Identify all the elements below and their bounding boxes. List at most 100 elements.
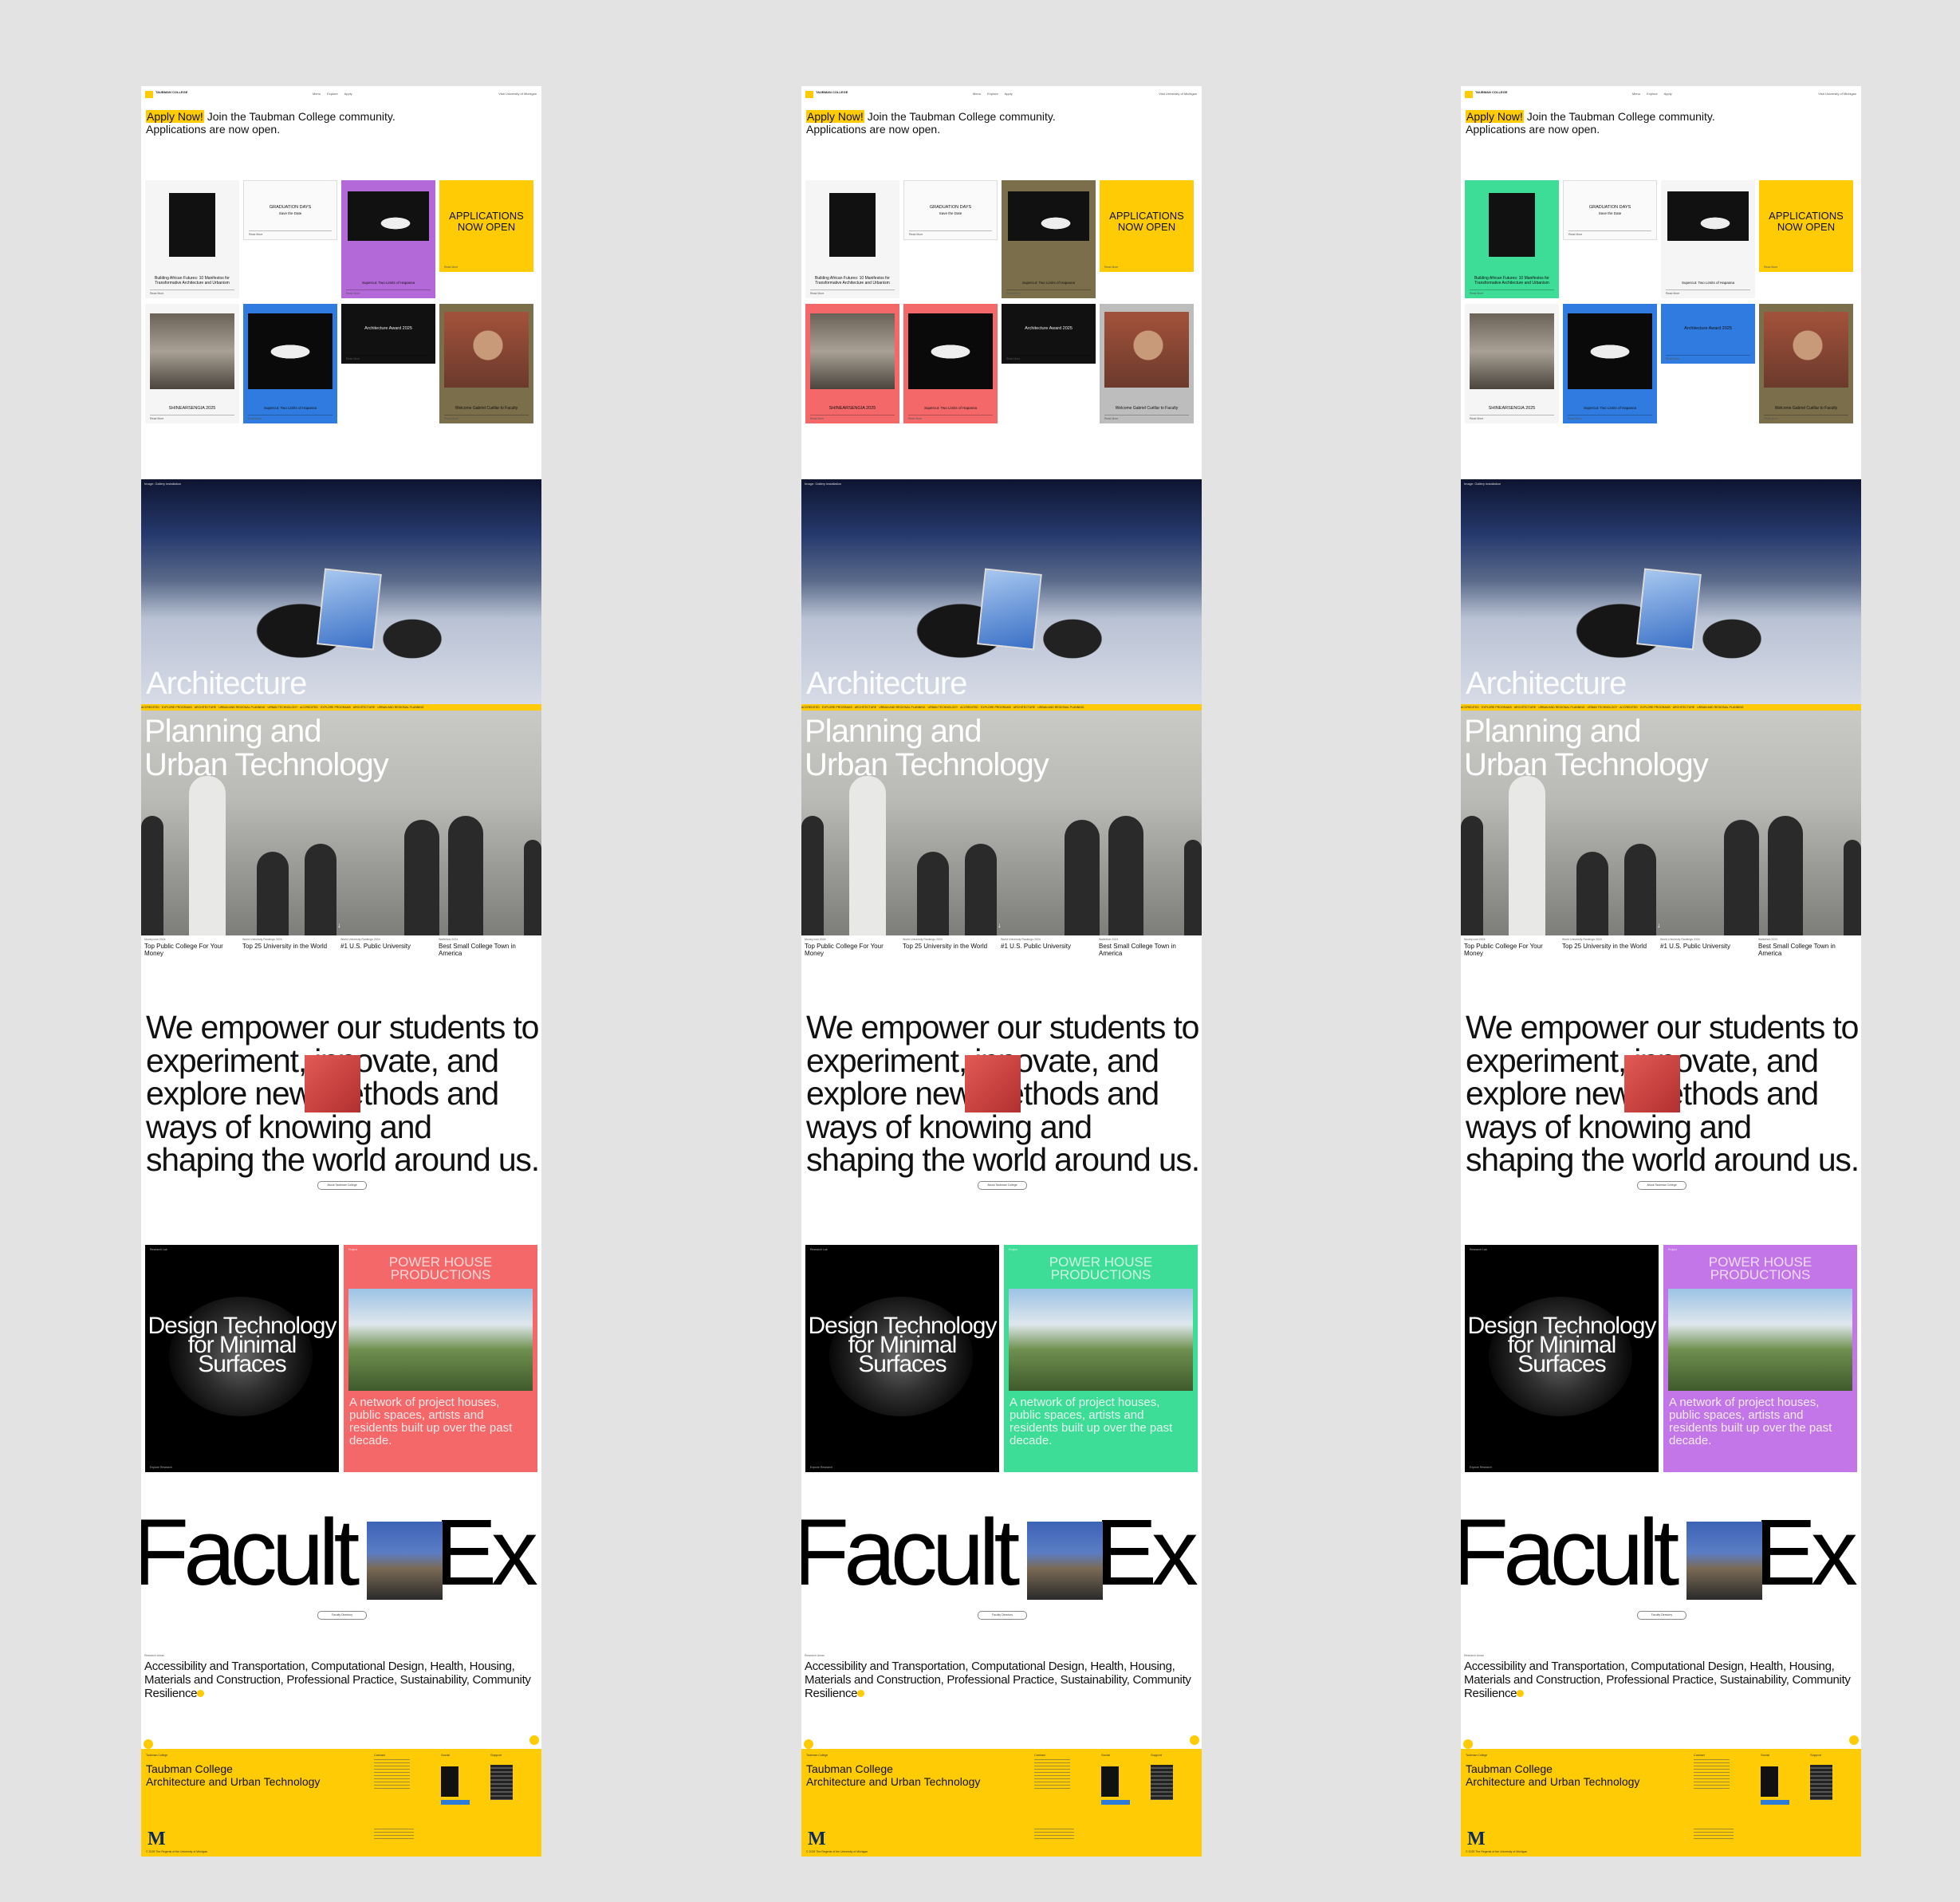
- card-footer[interactable]: Read More: [1666, 355, 1750, 360]
- brand-name[interactable]: TAUBMAN COLLEGE: [816, 90, 851, 98]
- card-footer[interactable]: Read More: [810, 289, 895, 295]
- social-block-icon[interactable]: [1101, 1766, 1119, 1797]
- apply-now-link[interactable]: Apply Now!: [1466, 110, 1524, 123]
- scroll-down-icon[interactable]: ↓: [337, 921, 341, 929]
- card-footer[interactable]: Read More: [150, 415, 234, 420]
- nav-item-menu[interactable]: Menu: [1632, 92, 1640, 96]
- card-footer[interactable]: Read More: [1104, 415, 1189, 420]
- card-footer[interactable]: Read More: [346, 289, 431, 295]
- feature-footer[interactable]: Explore Research: [810, 1466, 994, 1469]
- brand-name[interactable]: TAUBMAN COLLEGE: [155, 90, 191, 98]
- social-button[interactable]: [441, 1800, 470, 1805]
- card-footer[interactable]: Read More: [909, 230, 992, 236]
- social-block-icon[interactable]: [441, 1766, 459, 1797]
- um-block-m-logo[interactable]: M: [148, 1829, 166, 1850]
- block-m-logo[interactable]: [805, 91, 813, 98]
- prev-arrow-icon[interactable]: [144, 1739, 153, 1749]
- block-m-logo[interactable]: [1465, 91, 1473, 98]
- about-button[interactable]: About Taubman College: [317, 1181, 367, 1190]
- footer-contact-lines[interactable]: [1034, 1759, 1070, 1790]
- architecture-hero[interactable]: Image: Gallery installation Architecture: [801, 479, 1202, 704]
- news-card[interactable]: Architecture Award 2025 Read More: [341, 304, 435, 364]
- planning-hero[interactable]: Planning and Urban Technology ↓: [141, 711, 541, 935]
- about-button[interactable]: About Taubman College: [978, 1181, 1027, 1190]
- news-card[interactable]: Supercut: Two Limits of Hapasna Read Mor…: [903, 304, 998, 423]
- scroll-down-icon[interactable]: ↓: [1657, 921, 1661, 929]
- news-card[interactable]: SHINEARSENGIA 2025 Read More: [145, 304, 239, 423]
- news-card[interactable]: Supercut: Two Limits of Hapasna Read Mor…: [243, 304, 337, 423]
- news-card[interactable]: GRADUATION DAYS Save the Date Read More: [1563, 180, 1657, 240]
- apply-now-link[interactable]: Apply Now!: [806, 110, 864, 123]
- news-card[interactable]: SHINEARSENGIA 2025 Read More: [1465, 304, 1559, 423]
- next-arrow-icon[interactable]: [529, 1735, 539, 1745]
- card-footer[interactable]: Read More: [1666, 289, 1750, 295]
- prev-arrow-icon[interactable]: [804, 1739, 813, 1749]
- brand-name[interactable]: TAUBMAN COLLEGE: [1475, 90, 1510, 98]
- about-button[interactable]: About Taubman College: [1637, 1181, 1686, 1190]
- card-footer[interactable]: Read More: [248, 415, 333, 420]
- support-links[interactable]: [1810, 1765, 1832, 1800]
- nav-item-explore[interactable]: Explore: [987, 92, 998, 96]
- research-feature-card[interactable]: Research Lab Design Technology for Minim…: [1465, 1245, 1659, 1472]
- card-footer[interactable]: Read More: [1568, 415, 1652, 420]
- next-arrow-icon[interactable]: [1190, 1735, 1199, 1745]
- card-footer[interactable]: Read More: [1764, 415, 1848, 420]
- news-card[interactable]: Supercut: Two Limits of Hapasna Read Mor…: [1661, 180, 1755, 298]
- research-feature-card[interactable]: Research Lab Design Technology for Minim…: [145, 1245, 339, 1472]
- architecture-hero[interactable]: Image: Gallery installation Architecture: [141, 479, 541, 704]
- architecture-label[interactable]: Architecture: [806, 666, 967, 702]
- news-card[interactable]: Supercut: Two Limits of Hapasna Read Mor…: [1563, 304, 1657, 423]
- card-footer[interactable]: Read More: [150, 289, 234, 295]
- nav-item-apply[interactable]: Apply: [344, 92, 352, 96]
- card-footer[interactable]: Read More: [1006, 355, 1091, 360]
- architecture-label[interactable]: Architecture: [146, 666, 307, 702]
- card-footer[interactable]: Read More: [249, 230, 332, 236]
- news-card[interactable]: GRADUATION DAYS Save the Date Read More: [903, 180, 998, 240]
- applications-card[interactable]: APPLICATIONS NOW OPEN Read More: [439, 180, 533, 272]
- project-feature-card[interactable]: Project POWER HOUSE PRODUCTIONS A networ…: [1004, 1245, 1198, 1472]
- footer-contact-lines[interactable]: [1694, 1759, 1730, 1790]
- applications-card[interactable]: APPLICATIONS NOW OPEN Read More: [1759, 180, 1853, 272]
- um-block-m-logo[interactable]: M: [808, 1829, 826, 1850]
- card-footer[interactable]: Read More: [346, 355, 431, 360]
- nav-item-apply[interactable]: Apply: [1005, 92, 1013, 96]
- support-links[interactable]: [490, 1765, 513, 1800]
- scroll-down-icon[interactable]: ↓: [998, 921, 1002, 929]
- planning-label[interactable]: Planning and Urban Technology: [144, 715, 389, 782]
- research-feature-card[interactable]: Research Lab Design Technology for Minim…: [805, 1245, 999, 1472]
- apply-now-link[interactable]: Apply Now!: [146, 110, 204, 123]
- feature-footer[interactable]: Explore Research: [1470, 1466, 1654, 1469]
- news-card[interactable]: SHINEARSENGIA 2025 Read More: [805, 304, 899, 423]
- news-card[interactable]: Building African Futures: 10 Manifestos …: [145, 180, 239, 298]
- news-card[interactable]: Welcome Gabriel Cuéllar to Faculty Read …: [1759, 304, 1853, 423]
- social-block-icon[interactable]: [1761, 1766, 1778, 1797]
- news-card[interactable]: Building African Futures: 10 Manifestos …: [1465, 180, 1559, 298]
- faculty-directory-button[interactable]: Faculty Directory: [1637, 1611, 1686, 1620]
- card-footer[interactable]: Read More: [1470, 289, 1554, 295]
- nav-item-explore[interactable]: Explore: [1647, 92, 1658, 96]
- news-card[interactable]: Building African Futures: 10 Manifestos …: [805, 180, 899, 298]
- nav-item-menu[interactable]: Menu: [973, 92, 981, 96]
- applications-card[interactable]: APPLICATIONS NOW OPEN Read More: [1100, 180, 1194, 272]
- block-m-logo[interactable]: [145, 91, 153, 98]
- planning-label[interactable]: Planning and Urban Technology: [805, 715, 1049, 782]
- card-footer[interactable]: Read More: [1104, 264, 1189, 269]
- faculty-expertise-marquee[interactable]: Facult Ex: [801, 1506, 1198, 1600]
- um-block-m-logo[interactable]: M: [1467, 1829, 1486, 1850]
- architecture-label[interactable]: Architecture: [1466, 666, 1627, 702]
- planning-hero[interactable]: Planning and Urban Technology ↓: [1461, 711, 1861, 935]
- card-footer[interactable]: Read More: [908, 415, 993, 420]
- social-button[interactable]: [1761, 1800, 1789, 1805]
- news-card[interactable]: Supercut: Two Limits of Hapasna Read Mor…: [341, 180, 435, 298]
- card-footer[interactable]: Read More: [1568, 230, 1651, 236]
- faculty-expertise-marquee[interactable]: Facult Ex: [1461, 1506, 1858, 1600]
- card-footer[interactable]: Read More: [444, 264, 529, 269]
- faculty-directory-button[interactable]: Faculty Directory: [978, 1611, 1027, 1620]
- card-footer[interactable]: Read More: [1470, 415, 1554, 420]
- card-footer[interactable]: Read More: [810, 415, 895, 420]
- nav-item-apply[interactable]: Apply: [1664, 92, 1672, 96]
- card-footer[interactable]: Read More: [1006, 289, 1091, 295]
- um-link[interactable]: Visit University of Michigan: [1159, 92, 1197, 96]
- news-card[interactable]: GRADUATION DAYS Save the Date Read More: [243, 180, 337, 240]
- project-feature-card[interactable]: Project POWER HOUSE PRODUCTIONS A networ…: [344, 1245, 537, 1472]
